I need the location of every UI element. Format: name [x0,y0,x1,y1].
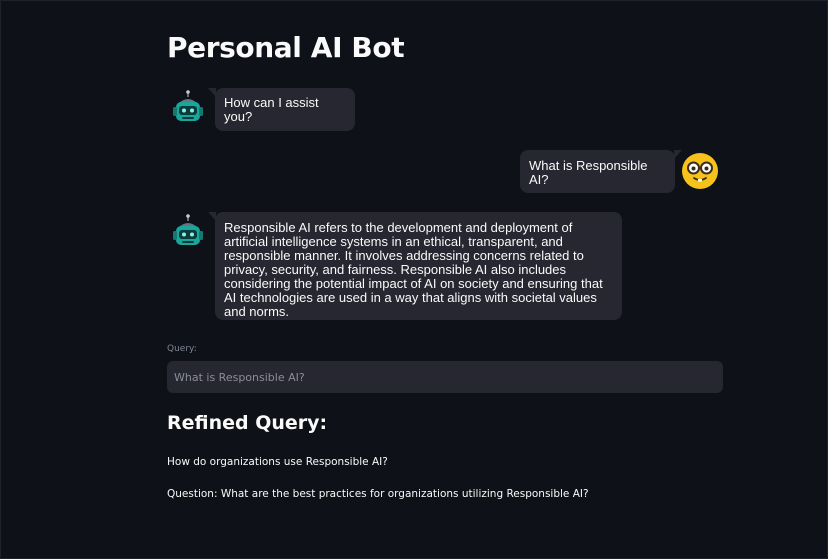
query-input[interactable] [167,361,723,393]
query-label: Query: [167,344,197,354]
refined-query-heading: Refined Query: [167,412,328,434]
refined-query-question: Question: What are the best practices fo… [167,488,589,500]
user-message-bubble: What is Responsible AI? [520,150,682,193]
refined-query-line: How do organizations use Responsible AI? [167,456,388,468]
robot-icon [168,213,208,253]
nerd-face-icon [680,151,720,191]
assistant-message-bubble: Responsible AI refers to the development… [208,212,622,320]
app-page: Personal AI Bot How can I assist you? Wh… [0,0,828,559]
user-message-text: What is Responsible AI? [529,158,648,187]
assistant-message-text: Responsible AI refers to the development… [224,220,603,319]
robot-icon [168,89,208,129]
assistant-message-bubble: How can I assist you? [208,88,355,131]
page-title: Personal AI Bot [167,31,405,64]
assistant-message-text: How can I assist you? [224,95,319,124]
